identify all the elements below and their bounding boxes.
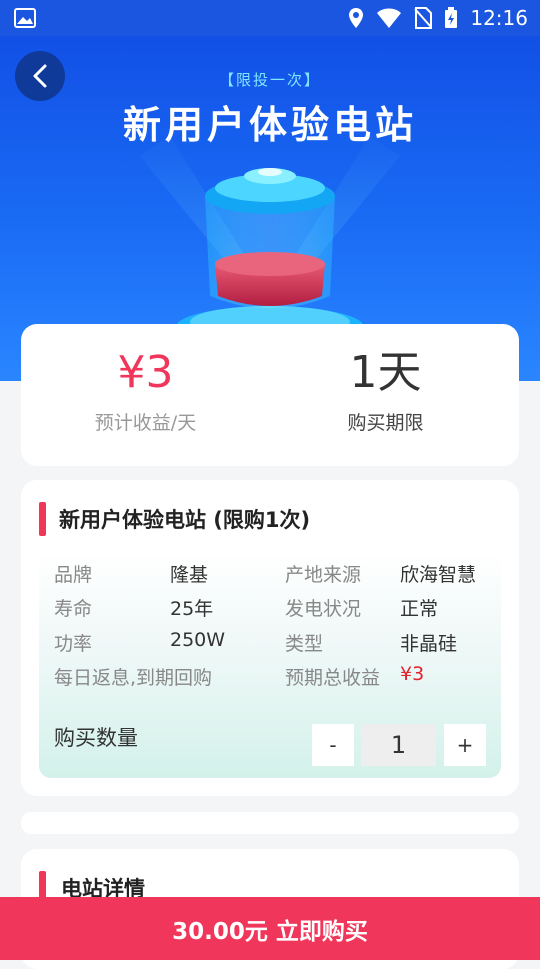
summary-card: ¥3 预计收益/天 1天 购买期限 (21, 324, 519, 466)
spec-key: 类型 (285, 633, 324, 655)
purchase-period: 1天 购买期限 (261, 346, 510, 435)
spec-key: 品牌 (54, 564, 93, 586)
spec-key: 每日返息,到期回购 (54, 667, 213, 689)
spec-row: 寿命 25年 发电状况 正常 (39, 594, 501, 622)
buy-now-button[interactable]: 30.00元 立即购买 (0, 897, 540, 960)
system-icons (348, 7, 458, 33)
spec-row: 品牌 隆基 产地来源 欣海智慧 (39, 560, 501, 588)
daily-income-value: ¥3 (117, 347, 174, 398)
quantity-label: 购买数量 (54, 726, 138, 750)
spec-row: 每日返息,到期回购 预期总收益 ¥3 (39, 663, 501, 691)
location-icon (348, 7, 364, 33)
spec-value: 非晶硅 (400, 633, 458, 655)
quantity-input[interactable]: 1 (361, 724, 436, 766)
battery-charging-icon (444, 7, 458, 33)
quantity-minus-button[interactable]: - (312, 724, 354, 766)
spec-value: 250W (170, 629, 226, 651)
spec-value: 隆基 (170, 564, 209, 586)
spec-key: 产地来源 (285, 564, 362, 586)
spec-value: 正常 (400, 598, 439, 620)
spec-row: 功率 250W 类型 非晶硅 (39, 629, 501, 657)
spec-key: 发电状况 (285, 598, 362, 620)
section-marker (39, 502, 46, 536)
spec-panel: 品牌 隆基 产地来源 欣海智慧 寿命 25年 发电状况 正常 功率 250W 类… (39, 552, 501, 778)
spec-key: 功率 (54, 633, 93, 655)
purchase-period-label: 购买期限 (347, 412, 424, 434)
daily-income-label: 预计收益/天 (94, 412, 197, 434)
wifi-icon (376, 7, 402, 33)
no-sim-icon (414, 7, 432, 33)
status-time: 12:16 (470, 6, 528, 30)
product-title: 新用户体验电站 (限购1次) (59, 508, 311, 532)
spec-value: 25年 (170, 598, 214, 620)
quantity-plus-button[interactable]: + (444, 724, 486, 766)
product-card: 新用户体验电站 (限购1次) 品牌 隆基 产地来源 欣海智慧 寿命 25年 发电… (21, 480, 519, 796)
daily-income: ¥3 预计收益/天 (21, 346, 270, 435)
spec-key: 寿命 (54, 598, 93, 620)
spec-key: 预期总收益 (285, 667, 381, 689)
total-income-value: ¥3 (400, 663, 425, 685)
limit-tag: 【限投一次】 (218, 71, 321, 89)
spec-value: 欣海智慧 (400, 564, 477, 586)
spacer-card (21, 812, 519, 834)
image-icon (14, 8, 36, 32)
status-bar: 12:16 (0, 0, 540, 36)
purchase-period-value: 1天 (349, 347, 422, 398)
